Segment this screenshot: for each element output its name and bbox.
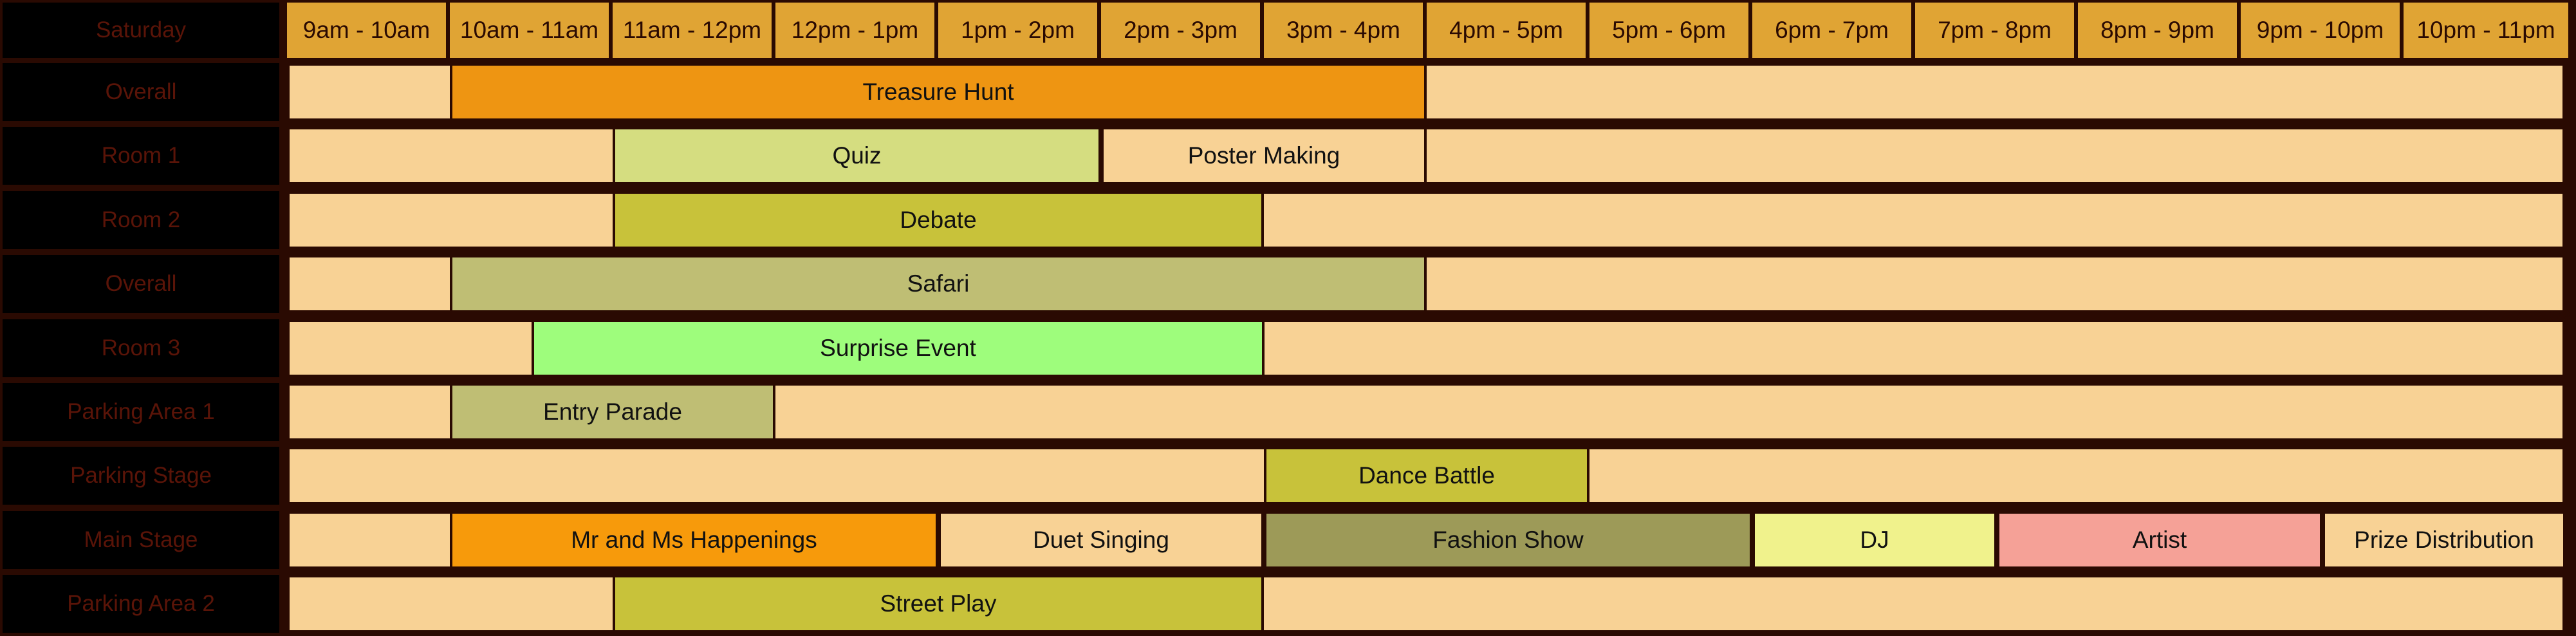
time-slot-header: 1pm - 2pm (938, 3, 1101, 58)
time-slot-header: 3pm - 4pm (1264, 3, 1427, 58)
row-label: Overall (3, 63, 279, 121)
time-slot-header: 9am - 10am (287, 3, 450, 58)
time-slot-header: 10am - 11am (450, 3, 613, 58)
event-block[interactable]: Duet Singing (938, 511, 1264, 569)
row-label: Main Stage (3, 511, 279, 569)
event-block[interactable]: Artist (1997, 511, 2322, 569)
row-label: Parking Area 2 (3, 575, 279, 633)
event-block[interactable]: Entry Parade (450, 383, 775, 441)
time-slot-header: 9pm - 10pm (2241, 3, 2404, 58)
event-block[interactable]: Dance Battle (1264, 447, 1589, 505)
row-label: Parking Stage (3, 447, 279, 505)
event-block[interactable]: Prize Distribution (2322, 511, 2566, 569)
event-block[interactable]: Treasure Hunt (450, 63, 1427, 121)
time-slot-header: 10pm - 11pm (2404, 3, 2572, 58)
event-block[interactable]: Mr and Ms Happenings (450, 511, 938, 569)
event-block[interactable]: DJ (1752, 511, 1997, 569)
time-slot-header: 8pm - 9pm (2078, 3, 2241, 58)
row-label: Room 1 (3, 127, 279, 185)
time-slot-header: 4pm - 5pm (1427, 3, 1589, 58)
schedule-grid: Saturday 9am - 10am 10am - 11am 11am - 12p… (0, 0, 2576, 636)
event-block[interactable]: Safari (450, 255, 1427, 313)
day-label: Saturday (3, 3, 279, 58)
event-block[interactable]: Poster Making (1101, 127, 1427, 185)
time-slot-header: 5pm - 6pm (1589, 3, 1752, 58)
time-slot-header: 6pm - 7pm (1752, 3, 1915, 58)
event-block[interactable]: Debate (613, 191, 1264, 249)
time-slot-header: 2pm - 3pm (1101, 3, 1264, 58)
row-label: Room 2 (3, 191, 279, 249)
time-slot-header: 7pm - 8pm (1915, 3, 2078, 58)
event-block[interactable]: Street Play (613, 575, 1264, 633)
time-slot-header: 12pm - 1pm (775, 3, 938, 58)
row-label: Room 3 (3, 319, 279, 377)
time-slot-header: 11am - 12pm (613, 3, 775, 58)
event-block[interactable]: Quiz (613, 127, 1101, 185)
row-label: Parking Area 1 (3, 383, 279, 441)
row-label: Overall (3, 255, 279, 313)
event-block[interactable]: Surprise Event (532, 319, 1265, 377)
event-block[interactable]: Fashion Show (1264, 511, 1752, 569)
